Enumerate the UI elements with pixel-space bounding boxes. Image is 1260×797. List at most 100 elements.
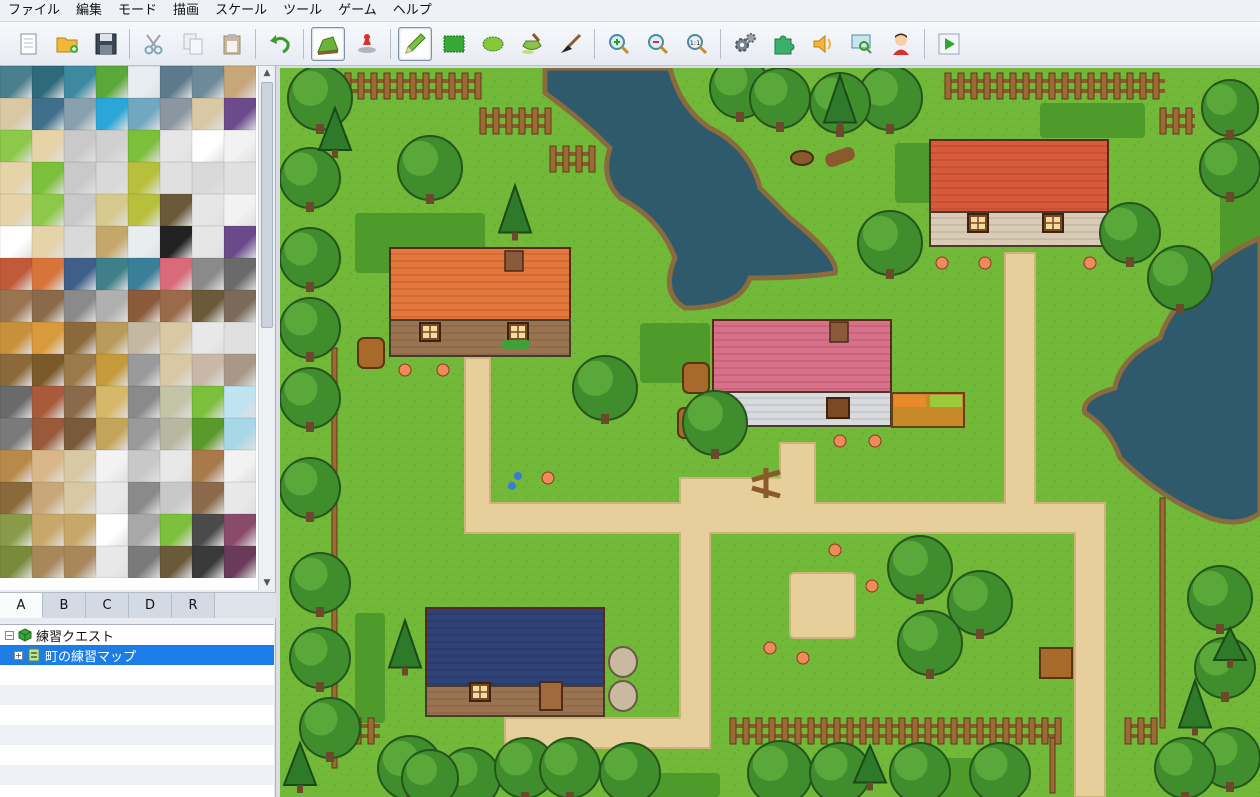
palette-tile[interactable] (192, 354, 224, 386)
palette-tile[interactable] (0, 514, 32, 546)
palette-tile[interactable] (0, 162, 32, 194)
palette-tile[interactable] (96, 290, 128, 322)
palette-tile[interactable] (128, 258, 160, 290)
palette-tile[interactable] (96, 322, 128, 354)
map-mode-button[interactable] (310, 26, 345, 61)
palette-tile[interactable] (160, 162, 192, 194)
palette-tile[interactable] (128, 162, 160, 194)
flood-fill-tool-button[interactable] (515, 27, 549, 61)
palette-tile[interactable] (0, 354, 32, 386)
palette-tile[interactable] (64, 290, 96, 322)
palette-tile[interactable] (32, 450, 64, 482)
rectangle-tool-button[interactable] (437, 27, 471, 61)
palette-tile[interactable] (224, 450, 256, 482)
undo-button[interactable] (263, 27, 297, 61)
palette-tile[interactable] (160, 514, 192, 546)
palette-tile[interactable] (128, 194, 160, 226)
palette-tile[interactable] (32, 162, 64, 194)
palette-tile[interactable] (160, 386, 192, 418)
palette-tile[interactable] (224, 514, 256, 546)
palette-tile[interactable] (0, 290, 32, 322)
palette-tile[interactable] (32, 386, 64, 418)
palette-tile[interactable] (96, 450, 128, 482)
palette-tile[interactable] (96, 386, 128, 418)
palette-tile[interactable] (192, 290, 224, 322)
database-button[interactable] (728, 27, 762, 61)
zoom-out-button[interactable] (641, 27, 675, 61)
palette-tile[interactable] (64, 418, 96, 450)
palette-tile[interactable] (224, 194, 256, 226)
event-searcher-button[interactable] (845, 27, 879, 61)
palette-tile[interactable] (192, 482, 224, 514)
menu-item[interactable]: ゲーム (330, 0, 385, 22)
menu-item[interactable]: モード (110, 0, 165, 22)
palette-tile[interactable] (64, 194, 96, 226)
palette-tile[interactable] (224, 386, 256, 418)
palette-tile[interactable] (128, 290, 160, 322)
palette-tile[interactable] (0, 258, 32, 290)
palette-tile[interactable] (64, 226, 96, 258)
zoom-in-button[interactable] (602, 27, 636, 61)
palette-tile[interactable] (96, 354, 128, 386)
tab-b[interactable]: B (43, 593, 86, 618)
palette-tile[interactable] (128, 98, 160, 130)
open-project-button[interactable] (50, 27, 84, 61)
palette-tile[interactable] (160, 546, 192, 578)
palette-tile[interactable] (128, 322, 160, 354)
scroll-down-icon[interactable]: ▼ (259, 576, 275, 590)
tree-map-row[interactable]: + 町の練習マップ (0, 645, 274, 665)
palette-tile[interactable] (224, 226, 256, 258)
palette-tile[interactable] (128, 354, 160, 386)
palette-tile[interactable] (224, 546, 256, 578)
palette-tile[interactable] (160, 482, 192, 514)
cut-button[interactable] (137, 27, 171, 61)
palette-tile[interactable] (192, 98, 224, 130)
playtest-button[interactable] (932, 27, 966, 61)
palette-tile[interactable] (192, 322, 224, 354)
palette-tile[interactable] (64, 386, 96, 418)
palette-tile[interactable] (128, 226, 160, 258)
palette-tile[interactable] (160, 354, 192, 386)
collapse-icon[interactable]: − (5, 630, 14, 640)
palette-tile[interactable] (160, 322, 192, 354)
palette-tile[interactable] (64, 322, 96, 354)
palette-tile[interactable] (128, 482, 160, 514)
palette-tile[interactable] (128, 450, 160, 482)
palette-tile[interactable] (0, 386, 32, 418)
menu-item[interactable]: 描画 (165, 0, 207, 22)
palette-tile[interactable] (224, 258, 256, 290)
palette-tile[interactable] (192, 130, 224, 162)
palette-tile[interactable] (96, 546, 128, 578)
palette-tile[interactable] (32, 226, 64, 258)
palette-tile[interactable] (96, 162, 128, 194)
palette-tile[interactable] (128, 386, 160, 418)
palette-tile[interactable] (160, 290, 192, 322)
palette-tile[interactable] (160, 194, 192, 226)
palette-tile[interactable] (160, 130, 192, 162)
palette-tile[interactable] (224, 322, 256, 354)
palette-tile[interactable] (192, 546, 224, 578)
palette-tile[interactable] (160, 450, 192, 482)
menu-item[interactable]: 編集 (68, 0, 110, 22)
copy-button[interactable] (176, 27, 210, 61)
palette-tile[interactable] (224, 418, 256, 450)
palette-tile[interactable] (32, 418, 64, 450)
palette-tile[interactable] (0, 98, 32, 130)
palette-tile[interactable] (224, 482, 256, 514)
actual-size-button[interactable]: 1:1 (680, 27, 714, 61)
palette-tile[interactable] (128, 418, 160, 450)
tab-r[interactable]: R (172, 593, 215, 618)
pencil-tool-button[interactable] (397, 26, 432, 61)
palette-tile[interactable] (96, 258, 128, 290)
palette-tile[interactable] (128, 66, 160, 98)
palette-tile[interactable] (160, 66, 192, 98)
palette-tile[interactable] (32, 290, 64, 322)
palette-tile[interactable] (32, 258, 64, 290)
palette-tile[interactable] (128, 514, 160, 546)
palette-tile[interactable] (64, 482, 96, 514)
menu-item[interactable]: ヘルプ (385, 0, 440, 22)
scroll-up-icon[interactable]: ▲ (259, 66, 275, 80)
palette-tile[interactable] (32, 354, 64, 386)
palette-tile[interactable] (192, 258, 224, 290)
palette-tile[interactable] (32, 482, 64, 514)
